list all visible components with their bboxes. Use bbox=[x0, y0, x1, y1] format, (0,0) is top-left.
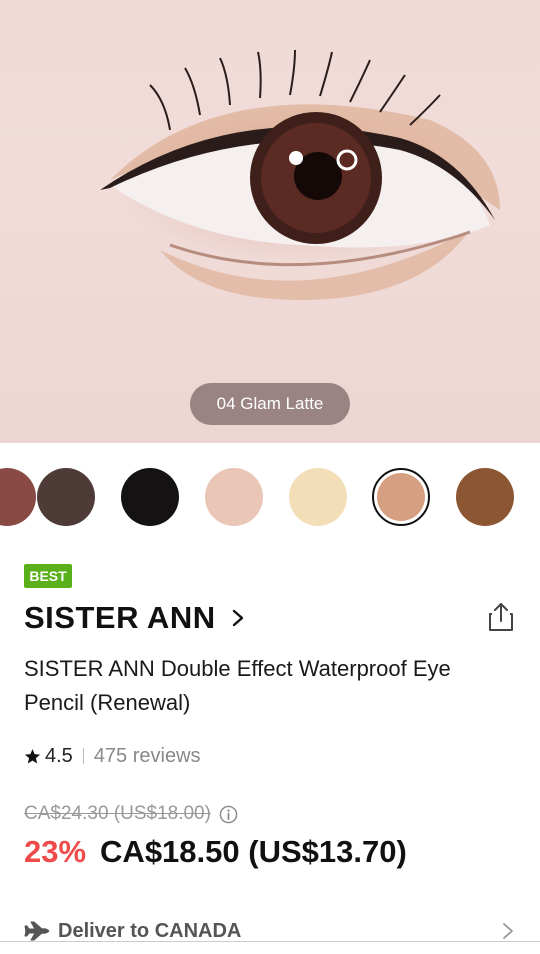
rating-summary[interactable]: 4.5 475 reviews bbox=[24, 742, 201, 770]
brand-name: SISTER ANN bbox=[24, 600, 216, 635]
star-icon bbox=[24, 748, 41, 763]
shade-cream-gold-swatch[interactable] bbox=[289, 468, 347, 526]
discount-percent: 23% bbox=[24, 834, 87, 869]
shade-swatch-row bbox=[0, 466, 540, 528]
chevron-right-icon bbox=[232, 609, 243, 627]
shade-partial-swatch[interactable] bbox=[0, 468, 36, 526]
rating-divider bbox=[82, 748, 84, 764]
product-title: SISTER ANN Double Effect Waterproof Eye … bbox=[24, 656, 451, 715]
original-price: CA$24.30 (US$18.00) bbox=[24, 803, 211, 824]
current-price: CA$18.50 (US$13.70) bbox=[100, 834, 407, 869]
current-price-row: 23% CA$18.50 (US$13.70) bbox=[24, 830, 407, 874]
original-price-row: CA$24.30 (US$18.00) bbox=[24, 801, 238, 827]
shade-bronze-swatch[interactable] bbox=[456, 468, 514, 526]
shade-dark-brown-swatch[interactable] bbox=[37, 468, 95, 526]
eye-illustration bbox=[100, 49, 500, 300]
share-icon[interactable] bbox=[486, 601, 516, 633]
chevron-right-icon bbox=[503, 923, 513, 939]
shade-glam-latte-swatch[interactable] bbox=[372, 468, 430, 526]
product-hero-image[interactable]: 04 Glam Latte bbox=[0, 0, 540, 443]
delivery-label: Deliver to CANADA bbox=[58, 919, 242, 942]
best-badge: BEST bbox=[24, 564, 72, 588]
rating-value: 4.5 bbox=[45, 744, 73, 767]
shade-black-swatch[interactable] bbox=[121, 468, 179, 526]
airplane-icon bbox=[24, 921, 50, 941]
divider bbox=[0, 941, 540, 942]
review-count: 475 reviews bbox=[93, 744, 201, 767]
selected-shade-label: 04 Glam Latte bbox=[190, 383, 350, 425]
info-icon[interactable] bbox=[219, 805, 238, 824]
shade-pink-beige-swatch[interactable] bbox=[205, 468, 263, 526]
brand-link[interactable]: SISTER ANN bbox=[24, 596, 248, 640]
